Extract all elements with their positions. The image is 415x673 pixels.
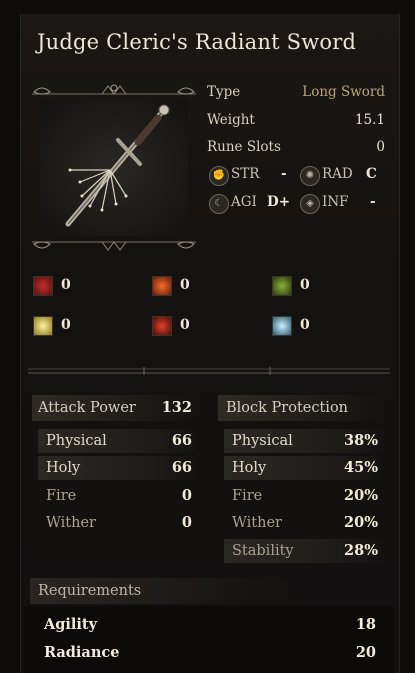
stat-type-label: Type [207,84,241,100]
stat-weight-value: 15.1 [354,112,385,128]
effect-fire: 0 [152,276,212,296]
effect-poison-value: 0 [300,277,310,293]
attack-power-total: 132 [161,399,192,416]
effect-blight-value: 0 [180,317,190,333]
requirement-radiance: Radiance 20 [38,641,382,665]
effect-bleed: 0 [33,276,93,296]
requirement-agility-value: 18 [355,616,376,633]
scaling-rad-label: RAD [322,166,353,182]
scaling-str-label: STR [231,166,260,182]
attack-row-holy: Holy 66 [38,456,198,480]
blight-icon [152,316,172,336]
stat-weight-label: Weight [207,112,255,128]
attack-wither-label: Wither [46,515,96,531]
effect-frost-value: 0 [300,317,310,333]
block-physical-label: Physical [232,433,293,449]
block-row-wither: Wither 20% [224,511,384,535]
block-row-physical: Physical 38% [224,429,384,453]
attack-holy-value: 66 [171,459,192,476]
effect-fire-value: 0 [180,277,190,293]
ornament-frame-bottom [32,241,196,251]
radiance-icon: ✺ [300,166,320,186]
ornament-frame-top [32,84,196,95]
stat-rune-slots: Rune Slots 0 [207,139,385,161]
attack-physical-label: Physical [46,433,107,449]
requirement-radiance-label: Radiance [44,644,120,661]
effect-holy: 0 [33,316,93,336]
attack-fire-label: Fire [46,488,77,504]
stat-rune-slots-value: 0 [376,139,385,155]
block-row-holy: Holy 45% [224,456,384,480]
agility-icon: ☾ [209,194,229,214]
requirement-agility-label: Agility [44,616,98,633]
block-wither-value: 20% [344,514,378,531]
bleed-icon [33,276,53,296]
effect-frost: 0 [272,316,332,336]
requirement-radiance-value: 20 [355,644,376,661]
strength-icon: ✊ [209,166,229,186]
scaling-inf-label: INF [322,194,349,210]
stat-type: Type Long Sword [207,84,385,106]
effect-bleed-value: 0 [61,277,71,293]
block-protection-header: Block Protection [218,395,388,421]
block-fire-label: Fire [232,488,263,504]
requirements-label: Requirements [38,583,142,599]
sword-icon [65,104,170,227]
attack-power-label: Attack Power [38,400,136,416]
scaling-str-grade: - [281,166,287,182]
effect-blight: 0 [152,316,212,336]
requirements-header: Requirements [30,578,300,604]
attack-power-header: Attack Power 132 [32,395,200,421]
requirement-agility: Agility 18 [38,613,382,637]
holy-status-icon [33,316,53,336]
stat-weight: Weight 15.1 [207,112,385,134]
block-physical-value: 38% [344,432,378,449]
block-wither-label: Wither [232,515,282,531]
block-row-stability: Stability 28% [224,539,384,563]
block-protection-label: Block Protection [226,400,349,416]
stat-rune-slots-label: Rune Slots [207,139,281,155]
block-holy-label: Holy [232,460,267,476]
scaling-agi: ☾ AGI D+ [209,194,293,216]
effect-holy-value: 0 [61,317,71,333]
scaling-rad-grade: C [366,166,377,182]
scaling-rad: ✺ RAD C [300,166,384,188]
block-holy-value: 45% [344,459,378,476]
attack-row-physical: Physical 66 [38,429,198,453]
attack-physical-value: 66 [171,432,192,449]
attack-row-fire: Fire 0 [38,484,198,508]
attack-holy-label: Holy [46,460,81,476]
influence-icon: ◈ [300,194,320,214]
block-stability-label: Stability [232,543,294,559]
scaling-str: ✊ STR - [209,166,293,188]
sword-image [40,100,188,236]
poison-icon [272,276,292,296]
block-fire-value: 20% [344,487,378,504]
attack-row-wither: Wither 0 [38,511,198,535]
effect-poison: 0 [272,276,332,296]
item-title: Judge Cleric's Radiant Sword [37,30,357,54]
scaling-inf-grade: - [370,194,376,210]
fire-status-icon [152,276,172,296]
frost-icon [272,316,292,336]
block-row-fire: Fire 20% [224,484,384,508]
section-divider [28,367,390,375]
attack-fire-value: 0 [181,487,192,504]
scaling-inf: ◈ INF - [300,194,384,216]
stat-type-value: Long Sword [302,84,385,100]
scaling-agi-grade: D+ [267,194,291,210]
attack-wither-value: 0 [181,514,192,531]
block-stability-value: 28% [344,542,378,559]
scaling-agi-label: AGI [231,194,257,210]
item-portrait [30,82,198,254]
